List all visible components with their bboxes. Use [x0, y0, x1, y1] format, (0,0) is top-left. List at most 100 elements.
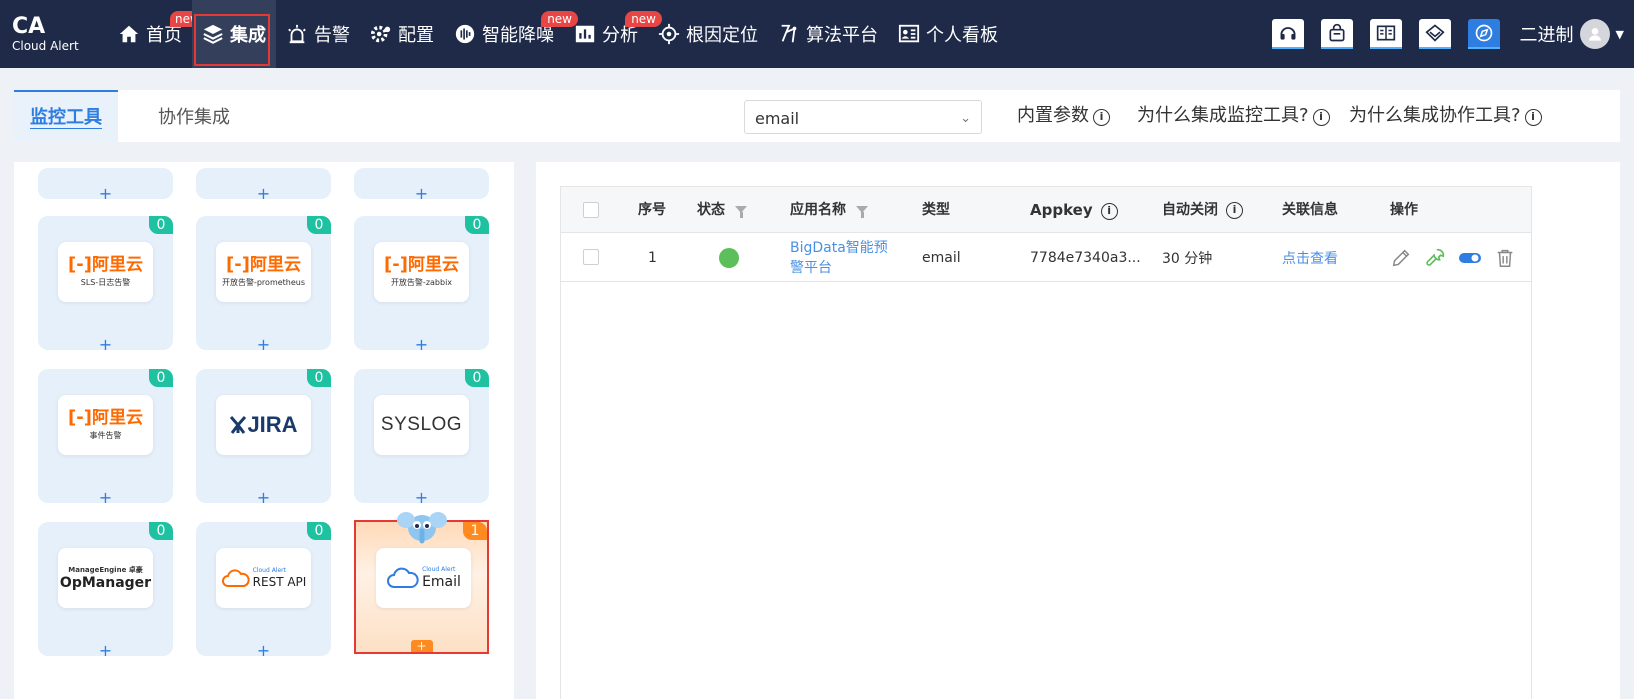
- nav-item-root-cause[interactable]: 根因定位: [648, 0, 768, 68]
- nav-item-analysis[interactable]: 分析 new: [564, 0, 662, 68]
- compass-button[interactable]: [1467, 19, 1500, 49]
- integration-count: 0: [149, 369, 173, 387]
- filter-icon[interactable]: [735, 206, 747, 218]
- app-name-link[interactable]: BigData智能预警平台: [790, 238, 894, 278]
- integration-card-aliyun-zabbix[interactable]: 0 [-]阿里云 开放告警-zabbix +: [354, 216, 489, 353]
- bag-button[interactable]: [1320, 19, 1353, 49]
- row-checkbox[interactable]: [583, 249, 599, 265]
- toggle-icon[interactable]: [1458, 250, 1482, 266]
- header-app-name-label: 应用名称: [790, 202, 846, 218]
- builtin-params-label: 内置参数: [1017, 105, 1089, 126]
- integration-card-aliyun-sls[interactable]: 0 [-]阿里云 SLS-日志告警 +: [38, 216, 173, 353]
- add-icon[interactable]: +: [98, 490, 114, 506]
- integration-grid: + + + 0 [-]阿里云 SLS-日志告警 + 0 [-]阿里云 开放告警-…: [14, 162, 514, 699]
- integration-card[interactable]: +: [196, 168, 331, 202]
- add-icon[interactable]: +: [98, 337, 114, 353]
- avatar[interactable]: [1579, 19, 1610, 49]
- nav-item-alert[interactable]: 告警: [276, 0, 360, 68]
- add-icon[interactable]: +: [256, 186, 272, 202]
- header-status[interactable]: 状态: [697, 187, 747, 233]
- add-icon[interactable]: +: [256, 490, 272, 506]
- nav-label-integration: 集成: [230, 25, 266, 46]
- integration-card-syslog[interactable]: 0 SYSLOG +: [354, 369, 489, 506]
- integration-card-jira[interactable]: 0 JIRA +: [196, 369, 331, 506]
- diamond-icon: [1424, 24, 1445, 42]
- book-icon: [1376, 25, 1395, 41]
- row-app-name[interactable]: BigData智能预警平台: [790, 233, 894, 282]
- tab-monitoring-tools[interactable]: 监控工具: [14, 90, 118, 142]
- integration-card[interactable]: +: [354, 168, 489, 202]
- nav-item-config[interactable]: 配置: [360, 0, 444, 68]
- add-icon[interactable]: +: [414, 490, 430, 506]
- filter-icon[interactable]: [856, 206, 868, 218]
- header-index: 序号: [638, 202, 666, 218]
- add-icon[interactable]: +: [256, 643, 272, 659]
- tab-collaboration[interactable]: 协作集成: [158, 90, 230, 142]
- integration-card-email[interactable]: 1 Cloud Alert Email +: [354, 512, 489, 654]
- related-info-link[interactable]: 点击查看: [1282, 233, 1338, 282]
- nav-item-home[interactable]: 首页 new: [108, 0, 196, 68]
- aliyun-logo: [-]阿里云 开放告警-zabbix: [374, 242, 469, 302]
- header-auto-close: 自动关闭 i: [1162, 187, 1243, 233]
- cloud-icon: [221, 569, 250, 587]
- header-type: 类型: [922, 202, 950, 218]
- integration-card-aliyun-event[interactable]: 0 [-]阿里云 事件告警 +: [38, 369, 173, 506]
- integration-table-panel: 序号 状态 应用名称 类型 Appkey i 自动关闭 i 关联信息 操作 1 Bi…: [536, 162, 1620, 699]
- integration-card-opmanager[interactable]: 0 ManageEngine 卓豪 OpManager +: [38, 522, 173, 659]
- nav-item-noise-reduction[interactable]: 智能降噪 new: [444, 0, 578, 68]
- info-icon[interactable]: i: [1100, 203, 1118, 220]
- chevron-down-icon: ⌄: [960, 111, 971, 126]
- why-collab-link[interactable]: 为什么集成协作工具? i: [1349, 90, 1542, 142]
- edit-icon[interactable]: [1390, 247, 1412, 269]
- integration-card-aliyun-prometheus[interactable]: 0 [-]阿里云 开放告警-prometheus +: [196, 216, 331, 353]
- wrench-icon[interactable]: [1424, 247, 1446, 269]
- bag-icon: [1329, 23, 1345, 42]
- integration-count: 0: [307, 369, 331, 387]
- header-app-name[interactable]: 应用名称: [790, 187, 868, 233]
- integration-sub: 开放告警-zabbix: [390, 278, 453, 287]
- add-icon[interactable]: +: [414, 186, 430, 202]
- headset-icon: [1279, 27, 1296, 40]
- chevron-down-icon[interactable]: ▼: [1616, 28, 1624, 41]
- why-monitor-label: 为什么集成监控工具?: [1137, 105, 1309, 126]
- integration-card[interactable]: +: [38, 168, 173, 202]
- select-all-checkbox[interactable]: [583, 202, 599, 218]
- user-name[interactable]: 二进制: [1520, 21, 1574, 47]
- add-icon[interactable]: +: [410, 640, 433, 652]
- gear-icon: [370, 25, 391, 43]
- top-navbar: CA Cloud Alert 首页 new 集成 告警 配置 智能降噪 new: [0, 0, 1634, 68]
- why-monitor-link[interactable]: 为什么集成监控工具? i: [1137, 90, 1330, 142]
- header-auto-close-label: 自动关闭: [1162, 202, 1218, 218]
- book-button[interactable]: [1369, 19, 1402, 49]
- builtin-params-link[interactable]: 内置参数 i: [1017, 90, 1110, 142]
- app-logo[interactable]: CA Cloud Alert: [12, 16, 79, 54]
- integration-sub: 事件告警: [89, 431, 122, 440]
- integration-brand: 阿里云: [91, 408, 143, 428]
- add-icon[interactable]: +: [414, 337, 430, 353]
- info-icon[interactable]: i: [1226, 202, 1243, 219]
- headset-button[interactable]: [1271, 19, 1304, 49]
- diamond-button[interactable]: [1418, 19, 1451, 49]
- user-icon: [1588, 28, 1601, 41]
- target-icon: [658, 23, 680, 45]
- info-icon: i: [1524, 109, 1542, 126]
- nav-label-config: 配置: [398, 25, 434, 46]
- nav-item-dashboard[interactable]: 个人看板: [888, 0, 1008, 68]
- add-icon[interactable]: +: [256, 337, 272, 353]
- logo-title: CA: [12, 14, 46, 39]
- add-icon[interactable]: +: [98, 643, 114, 659]
- alarm-icon: [288, 24, 306, 44]
- bar-chart-icon: [575, 25, 595, 43]
- search-select[interactable]: email ⌄: [744, 100, 982, 134]
- integration-card-rest-api[interactable]: 0 Cloud Alert REST API +: [196, 522, 331, 659]
- trash-icon[interactable]: [1494, 247, 1516, 269]
- info-icon: i: [1093, 109, 1110, 126]
- integration-sub-top: ManageEngine 卓豪: [68, 566, 143, 574]
- integration-count: 1: [463, 522, 487, 540]
- table-header: 序号 状态 应用名称 类型 Appkey i 自动关闭 i 关联信息 操作: [561, 187, 1531, 233]
- nav-item-integration[interactable]: 集成: [192, 0, 276, 68]
- add-icon[interactable]: +: [98, 186, 114, 202]
- nav-item-algorithm[interactable]: 算法平台: [768, 0, 888, 68]
- integration-count: 0: [465, 369, 489, 387]
- status-dot-green: [719, 247, 739, 268]
